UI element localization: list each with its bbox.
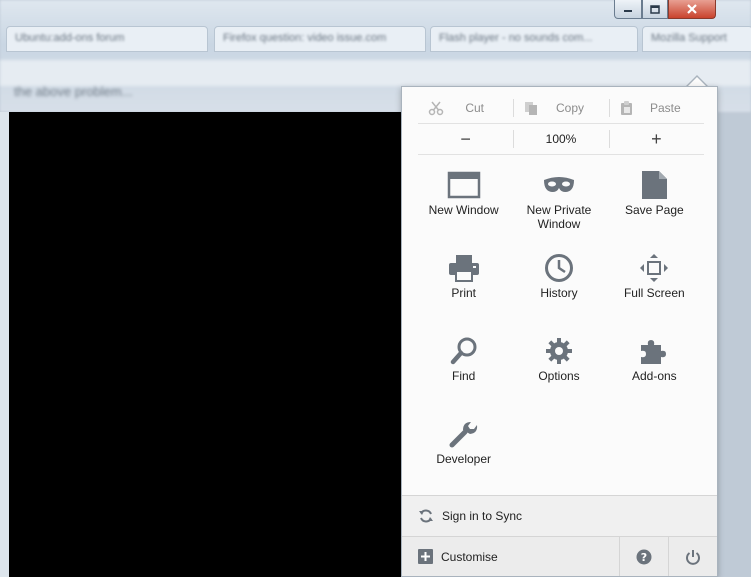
zoom-in-button[interactable]: + [608,124,704,154]
video-area [9,112,404,577]
fullscreen-icon [640,254,669,282]
magnifier-icon [450,337,477,365]
zoom-reset-button[interactable]: 100% [513,124,608,154]
page-icon [642,171,668,199]
developer-button[interactable]: Developer [416,414,511,497]
maximize-icon [650,4,660,14]
help-icon: ? [636,549,652,564]
cut-label: Cut [465,101,484,115]
menu-footer: Customise ? [402,537,717,576]
paste-icon [619,100,635,119]
paste-label: Paste [649,101,681,115]
background-tab: Mozilla Support [642,26,751,52]
mask-icon [543,177,574,192]
puzzle-icon [641,340,667,364]
add-ons-button[interactable]: Add-ons [607,331,702,414]
window-caption-buttons [614,0,716,19]
copy-button[interactable]: Copy [513,93,608,123]
close-icon [687,4,697,14]
tile-label: Options [538,369,580,383]
tile-label: New Private Window [526,203,592,231]
sync-item: Sign in to Sync [402,508,522,524]
footer-actions: ? [619,537,717,576]
background-tab: Ubuntu:add-ons forum [6,26,208,52]
printer-icon [448,255,479,282]
help-button[interactable]: ? [619,537,668,576]
quit-button[interactable] [668,537,717,576]
sync-icon [418,508,434,524]
sync-button[interactable]: Sign in to Sync [402,496,717,536]
svg-text:?: ? [641,551,647,564]
save-page-button[interactable]: Save Page [607,165,702,248]
tile-label: Full Screen [623,286,685,300]
minimize-button[interactable] [614,0,642,19]
close-button[interactable] [668,0,716,19]
new-window-button[interactable]: New Window [416,165,511,248]
find-button[interactable]: Find [416,331,511,414]
menu-tiles: New Window New Private Window Save Page … [416,165,702,497]
cut-button[interactable]: Cut [418,93,513,123]
copy-icon [523,100,539,119]
history-button[interactable]: History [511,248,606,331]
minimize-icon [624,10,632,12]
tile-label: History [540,286,578,300]
background-tab: Flash player - no sounds com... [430,26,638,52]
wrench-icon [449,422,477,448]
plus-box-icon [418,549,433,564]
zoom-out-button[interactable]: − [418,124,513,154]
tile-label: Find [451,369,476,383]
tile-label: Developer [436,452,492,466]
new-private-window-button[interactable]: New Private Window [511,165,606,248]
copy-label: Copy [555,101,584,115]
gear-icon [545,338,572,364]
edit-controls: Cut Copy Paste [418,93,704,124]
background-text: the above problem... [14,84,133,99]
tile-label: Add-ons [631,369,677,383]
scissors-icon [428,100,444,119]
background-toolbar [0,60,751,86]
tile-label: New Window [428,203,499,217]
customise-label: Customise [441,549,498,564]
paste-button[interactable]: Paste [608,93,704,123]
sync-label: Sign in to Sync [442,509,523,523]
customise-button[interactable]: Customise [402,549,498,564]
options-button[interactable]: Options [511,331,606,414]
full-screen-button[interactable]: Full Screen [607,248,702,331]
maximize-button[interactable] [642,0,668,19]
power-icon [686,549,700,565]
browser-menu-panel: Cut Copy Paste − 100% + New Window New P… [401,86,718,577]
clock-icon [544,254,573,282]
zoom-controls: − 100% + [418,124,704,155]
tile-label: Save Page [624,203,684,217]
print-button[interactable]: Print [416,248,511,331]
window-icon [447,171,480,199]
tile-label: Print [451,286,476,300]
page-margin [0,112,9,577]
background-tab: Firefox question: video issue.com [214,26,426,52]
